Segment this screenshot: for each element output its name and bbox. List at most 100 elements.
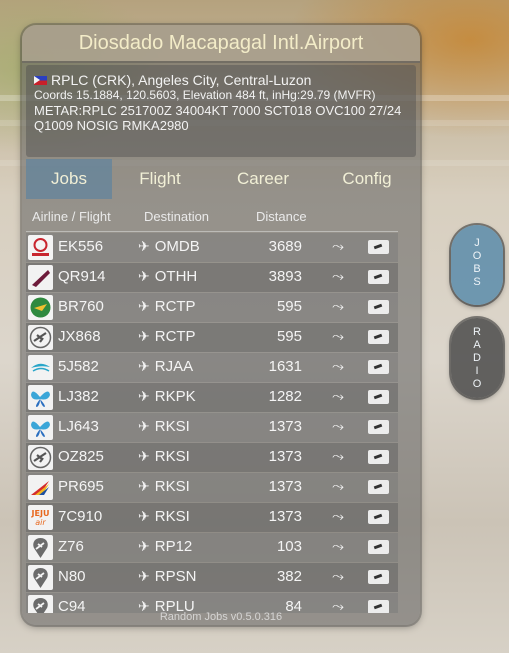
route-icon[interactable]: ⤳	[332, 418, 344, 435]
radio-letter: A	[473, 339, 481, 351]
distance: 1373	[268, 478, 302, 495]
airline-logo-icon	[28, 475, 53, 500]
distance: 1373	[268, 508, 302, 525]
airline-logo-icon: JEJU air	[28, 505, 53, 530]
destination: ✈ RPSN	[138, 568, 196, 585]
ticket-icon[interactable]	[368, 450, 389, 464]
plane-icon: ✈	[138, 388, 150, 404]
destination: ✈ OMDB	[138, 238, 200, 255]
destination-code: RP12	[154, 538, 193, 555]
ticket-icon[interactable]	[368, 390, 389, 404]
jobs-table-header: Airline / Flight Destination Distance	[26, 203, 398, 232]
route-icon[interactable]: ⤳	[332, 508, 344, 525]
destination: ✈ RCTP	[138, 328, 196, 345]
radio-letter: O	[472, 378, 482, 390]
ticket-icon[interactable]	[368, 300, 389, 314]
location-text: RPLC (CRK), Angeles City, Central-Luzon	[51, 72, 312, 88]
column-distance[interactable]: Distance	[256, 209, 307, 224]
jobs-letter: S	[473, 276, 481, 288]
job-row[interactable]: JX868 ✈ RCTP 595 ⤳	[26, 323, 398, 352]
ticket-icon[interactable]	[368, 480, 389, 494]
jobs-side-button[interactable]: J O B S	[451, 225, 503, 305]
airline-logo-icon	[28, 265, 53, 290]
route-icon[interactable]: ⤳	[332, 328, 344, 345]
airport-info: RPLC (CRK), Angeles City, Central-Luzon …	[26, 65, 416, 157]
route-icon[interactable]: ⤳	[332, 238, 344, 255]
svg-text:JEJU: JEJU	[31, 509, 50, 518]
destination-code: OTHH	[154, 268, 198, 285]
job-row[interactable]: LJ382 ✈ RKPK 1282 ⤳	[26, 383, 398, 412]
airline-logo-icon	[28, 325, 53, 350]
plane-icon: ✈	[138, 508, 150, 524]
job-row[interactable]: C94 ✈ RPLU 84 ⤳	[26, 593, 398, 613]
distance: 1631	[268, 358, 302, 375]
tab-bar: Jobs Flight Career Config	[26, 159, 416, 199]
route-icon[interactable]: ⤳	[332, 388, 344, 405]
jobs-letter: J	[474, 237, 480, 249]
ticket-icon[interactable]	[368, 330, 389, 344]
job-row[interactable]: JEJU air 7C910 ✈ RKSI 1373 ⤳	[26, 503, 398, 532]
route-icon[interactable]: ⤳	[332, 268, 344, 285]
plane-icon: ✈	[138, 298, 150, 314]
location-line: RPLC (CRK), Angeles City, Central-Luzon	[34, 73, 408, 88]
destination-code: RKSI	[154, 418, 190, 435]
jobs-panel: Diosdado Macapagal Intl.Airport RPLC (CR…	[22, 25, 420, 625]
distance: 103	[276, 538, 302, 555]
column-airline[interactable]: Airline / Flight	[32, 209, 111, 224]
job-row[interactable]: LJ643 ✈ RKSI 1373 ⤳	[26, 413, 398, 442]
tab-jobs[interactable]: Jobs	[26, 159, 112, 199]
route-icon[interactable]: ⤳	[332, 298, 344, 315]
destination-code: RKSI	[154, 448, 190, 465]
jobs-letter: B	[473, 263, 481, 275]
job-row[interactable]: Z76 ✈ RP12 103 ⤳	[26, 533, 398, 562]
destination: ✈ RKSI	[138, 508, 190, 525]
job-row[interactable]: EK556 ✈ OMDB 3689 ⤳	[26, 233, 398, 262]
tab-flight[interactable]: Flight	[112, 159, 208, 199]
metar-line-1: METAR:RPLC 251700Z 34004KT 7000 SCT018 O…	[34, 103, 402, 118]
distance: 595	[276, 328, 302, 345]
job-row[interactable]: QR914 ✈ OTHH 3893 ⤳	[26, 263, 398, 292]
plane-icon: ✈	[138, 328, 150, 344]
plane-icon: ✈	[138, 448, 150, 464]
flight-number: Z76	[58, 538, 84, 555]
column-destination[interactable]: Destination	[144, 209, 209, 224]
ticket-icon[interactable]	[368, 540, 389, 554]
destination-code: RCTP	[154, 298, 196, 315]
distance: 595	[276, 298, 302, 315]
job-row[interactable]: 5J582 ✈ RJAA 1631 ⤳	[26, 353, 398, 382]
radio-letter: I	[475, 365, 479, 377]
job-row[interactable]: PR695 ✈ RKSI 1373 ⤳	[26, 473, 398, 502]
destination: ✈ RKSI	[138, 448, 190, 465]
job-row[interactable]: OZ825 ✈ RKSI 1373 ⤳	[26, 443, 398, 472]
distance: 1373	[268, 418, 302, 435]
ticket-icon[interactable]	[368, 240, 389, 254]
plane-icon: ✈	[138, 268, 150, 284]
tab-config[interactable]: Config	[318, 159, 416, 199]
route-icon[interactable]: ⤳	[332, 478, 344, 495]
ticket-icon[interactable]	[368, 420, 389, 434]
flight-number: JX868	[58, 328, 101, 345]
route-icon[interactable]: ⤳	[332, 448, 344, 465]
ticket-icon[interactable]	[368, 360, 389, 374]
destination: ✈ RKPK	[138, 388, 196, 405]
ticket-icon[interactable]	[368, 570, 389, 584]
flight-number: QR914	[58, 268, 106, 285]
ticket-icon[interactable]	[368, 510, 389, 524]
ticket-icon[interactable]	[368, 270, 389, 284]
route-icon[interactable]: ⤳	[332, 568, 344, 585]
destination: ✈ RP12	[138, 538, 192, 555]
job-row[interactable]: N80 ✈ RPSN 382 ⤳	[26, 563, 398, 592]
airport-title: Diosdado Macapagal Intl.Airport	[22, 25, 420, 63]
airline-logo-icon	[28, 535, 53, 560]
radio-side-button[interactable]: R A D I O	[451, 318, 503, 398]
route-icon[interactable]: ⤳	[332, 358, 344, 375]
job-row[interactable]: BR760 ✈ RCTP 595 ⤳	[26, 293, 398, 322]
destination: ✈ RKSI	[138, 478, 190, 495]
route-icon[interactable]: ⤳	[332, 538, 344, 555]
plane-icon: ✈	[138, 418, 150, 434]
tab-career[interactable]: Career	[208, 159, 318, 199]
destination-code: RKSI	[154, 478, 190, 495]
flight-number: 5J582	[58, 358, 99, 375]
destination: ✈ RKSI	[138, 418, 190, 435]
flight-number: PR695	[58, 478, 104, 495]
